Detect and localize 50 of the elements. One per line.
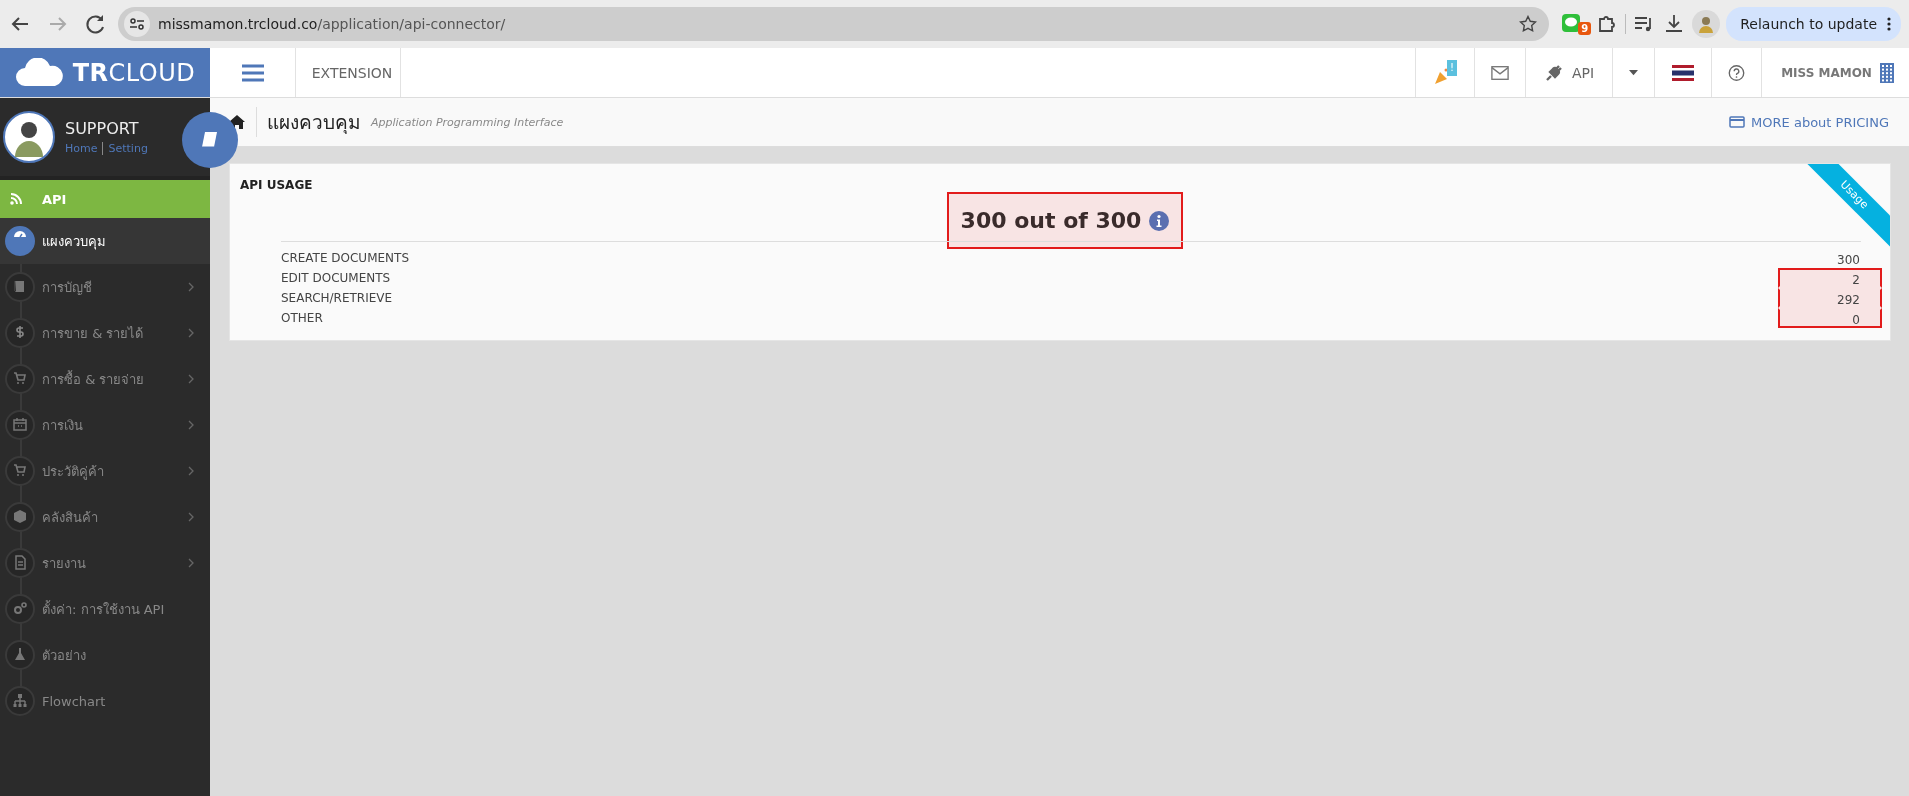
usage-label: EDIT DOCUMENTS (281, 271, 392, 285)
user-menu[interactable]: MISS MAMON (1761, 48, 1909, 97)
usage-label: CREATE DOCUMENTS (281, 251, 410, 265)
sidebar-item[interactable]: แผงควบคุม (0, 218, 210, 264)
relaunch-button[interactable]: Relaunch to update (1726, 7, 1901, 41)
page-title: แผงควบคุม (256, 107, 361, 137)
page-subtitle: Application Programming Interface (371, 115, 565, 129)
menu-icon[interactable] (240, 62, 265, 83)
avatar[interactable] (3, 111, 55, 163)
sidebar-item[interactable]: การเงิน (0, 402, 210, 448)
dashboard-icon (5, 226, 35, 256)
sidebar-item[interactable]: การบัญชี (0, 264, 210, 310)
address-bar[interactable]: missmamon.trcloud.co/application/api-connector/ (118, 7, 1550, 41)
sidebar-item[interactable]: รายงาน (0, 540, 210, 586)
more-icon[interactable] (1887, 16, 1891, 32)
sidebar-item[interactable]: การขาย & รายได้ (0, 310, 210, 356)
api-button[interactable]: API (1525, 48, 1612, 97)
usage-value: 300 (1836, 252, 1861, 268)
sidebar-item[interactable]: Flowchart (0, 678, 210, 724)
sidebar-item[interactable]: ประวัติคู่ค้า (0, 448, 210, 494)
usage-total: 300 out of 300 (946, 192, 1184, 249)
usage-label: OTHER (281, 311, 324, 325)
section-header: API (0, 180, 210, 218)
sidebar-item[interactable]: การซื้อ & รายจ่าย (0, 356, 210, 402)
site-settings-icon[interactable] (129, 16, 145, 32)
mail-icon[interactable] (1491, 64, 1509, 81)
notification-button[interactable]: ! (1433, 59, 1457, 86)
profile-name: SUPPORT (65, 119, 140, 138)
usage-value: 2 (1778, 268, 1882, 288)
sidebar-item[interactable]: ตั้งค่า: การใช้งาน API (0, 586, 210, 632)
profile-avatar[interactable] (1692, 10, 1721, 38)
building-icon (1879, 62, 1894, 83)
profile-link[interactable]: Setting (102, 142, 148, 155)
usage-label: SEARCH/RETRIEVE (281, 291, 394, 305)
app-logo[interactable]: TRCLOUD (0, 48, 210, 97)
help-icon[interactable] (1728, 62, 1745, 83)
usage-value: 292 (1778, 288, 1882, 308)
caret-down-icon[interactable] (1629, 68, 1638, 77)
star-icon[interactable] (1519, 15, 1538, 33)
usage-value: 0 (1778, 308, 1882, 328)
flag-icon[interactable] (1672, 64, 1694, 81)
rss-icon (10, 193, 22, 205)
profile-link[interactable]: Home (65, 142, 98, 155)
card-icon (1729, 116, 1746, 128)
pricing-link[interactable]: MORE about PRICING (1729, 114, 1889, 130)
sidebar-item[interactable]: คลังสินค้า (0, 494, 210, 540)
extension-button[interactable]: EXTENSION (296, 48, 401, 97)
sidebar-item[interactable]: ตัวอย่าง (0, 632, 210, 678)
url-text: missmamon.trcloud.co/application/api-connector/ (158, 16, 506, 32)
info-icon[interactable] (1149, 210, 1170, 231)
